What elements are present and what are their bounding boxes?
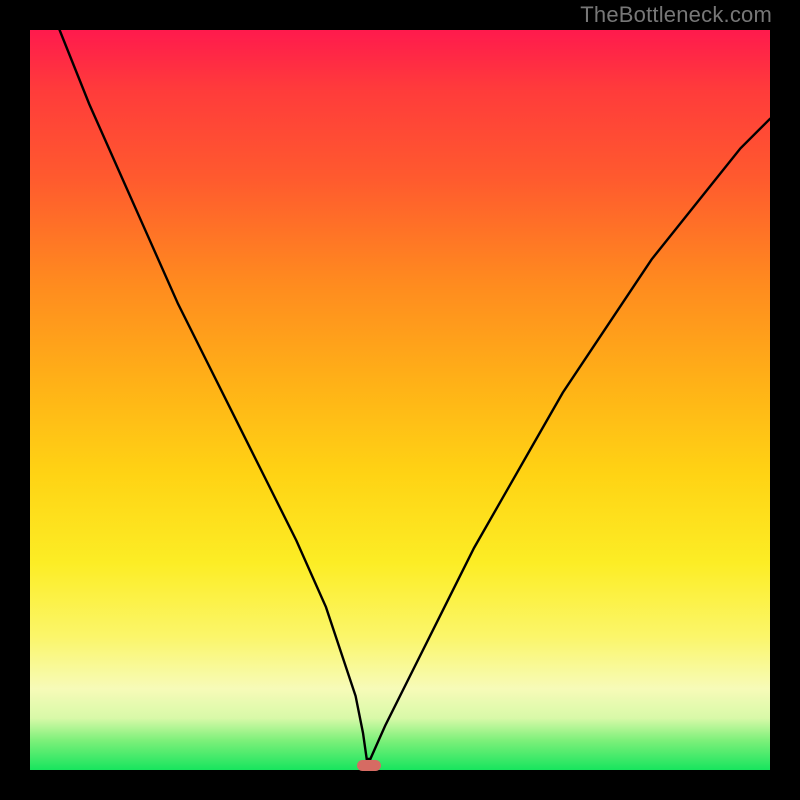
plot-area — [30, 30, 770, 770]
watermark-text: TheBottleneck.com — [580, 2, 772, 28]
minimum-marker — [357, 760, 381, 770]
chart-frame: TheBottleneck.com — [0, 0, 800, 800]
bottleneck-curve-path — [30, 30, 770, 759]
curve-svg — [30, 30, 770, 770]
